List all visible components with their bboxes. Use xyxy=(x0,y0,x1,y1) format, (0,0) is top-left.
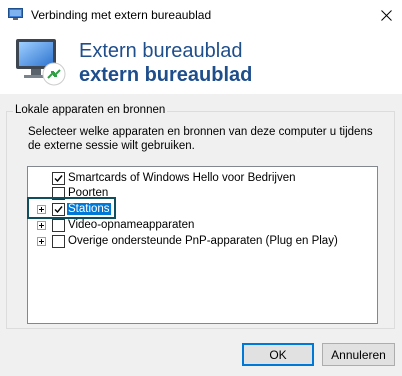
expand-icon[interactable] xyxy=(37,221,46,230)
tree-item-label: Overige ondersteunde PnP-apparaten (Plug… xyxy=(68,235,338,247)
remote-desktop-icon xyxy=(14,36,70,88)
close-button[interactable] xyxy=(370,0,402,30)
cancel-button[interactable]: Annuleren xyxy=(322,343,395,366)
tree-item-label: Smartcards of Windows Hello voor Bedrijv… xyxy=(68,172,296,184)
checkbox-smartcards[interactable] xyxy=(52,172,65,185)
device-tree[interactable]: Smartcards of Windows Hello voor Bedrijv… xyxy=(27,166,378,324)
window-title: Verbinding met extern bureaublad xyxy=(31,8,212,22)
highlight-outline xyxy=(27,197,116,219)
group-description: Selecteer welke apparaten en bronnen van… xyxy=(28,126,373,152)
remote-desktop-small-icon xyxy=(8,8,23,21)
expand-icon[interactable] xyxy=(37,237,46,246)
header-banner: Extern bureaublad extern bureaublad xyxy=(0,30,402,94)
tree-item-smartcards[interactable]: Smartcards of Windows Hello voor Bedrijv… xyxy=(28,171,377,186)
checkmark-icon xyxy=(54,175,63,183)
title-bar[interactable]: Verbinding met extern bureaublad xyxy=(0,0,402,30)
tree-item-label: Video-opnameapparaten xyxy=(68,219,195,231)
checkbox-pnp[interactable] xyxy=(52,235,65,248)
checkbox-video[interactable] xyxy=(52,219,65,232)
ok-button[interactable]: OK xyxy=(242,343,314,366)
header-title: Extern bureaublad xyxy=(79,40,243,62)
header-subtitle: extern bureaublad xyxy=(79,64,253,86)
tree-item-video[interactable]: Video-opnameapparaten xyxy=(28,218,377,233)
close-icon xyxy=(380,9,392,21)
group-label: Lokale apparaten en bronnen xyxy=(13,104,168,116)
tree-item-pnp[interactable]: Overige ondersteunde PnP-apparaten (Plug… xyxy=(28,234,377,249)
